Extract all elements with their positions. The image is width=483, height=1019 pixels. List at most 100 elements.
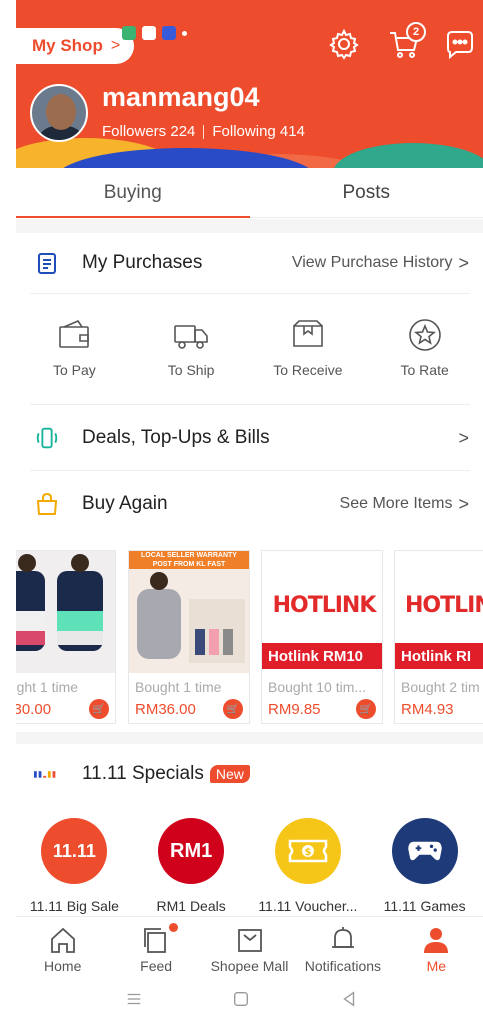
avatar[interactable] [30, 84, 88, 142]
my-purchases-row[interactable]: My Purchases View Purchase History > [16, 233, 483, 293]
nav-shopee-mall[interactable]: Shopee Mall [203, 917, 296, 982]
games-label: 11.11 Games [383, 898, 466, 914]
warranty-banner-subtitle: POST FROM KL FAST [152, 561, 226, 568]
nav-home[interactable]: Home [16, 917, 109, 982]
nav-me[interactable]: Me [390, 917, 483, 982]
hotlink-logo: HOTLINK [272, 593, 377, 618]
shopping-bag-icon [34, 491, 60, 517]
nav-notifications[interactable]: Notifications [296, 917, 389, 982]
divider [30, 404, 470, 405]
specials-row: 11.11 Specials New [16, 746, 483, 802]
recent-apps-icon[interactable] [125, 990, 143, 1013]
to-pay-label: To Pay [52, 362, 96, 378]
chat-icon[interactable] [444, 28, 476, 60]
nav-home-label: Home [44, 958, 82, 974]
followers-count[interactable]: Followers 224 [102, 123, 195, 140]
nav-shopee-mall-label: Shopee Mall [210, 958, 289, 974]
purchase-status-bar: To Pay To Ship To Receive To Rate [16, 310, 483, 402]
divider [203, 124, 205, 139]
avatar-face [46, 94, 76, 130]
product-card[interactable]: HOTLIN Hotlink RI Bought 2 tim RM4.93 [394, 550, 483, 724]
home-button-icon[interactable] [232, 990, 250, 1013]
rm1-deals-item[interactable]: RM1 RM1 Deals [133, 818, 250, 918]
settings-icon[interactable] [328, 28, 360, 60]
big-sale-item[interactable]: 11.11 11.11 Big Sale [16, 818, 133, 918]
app-notification-icon [162, 26, 176, 40]
mall-icon [237, 929, 262, 952]
new-badge: New [209, 765, 250, 783]
feed-icon [144, 928, 167, 953]
deals-topups-bills-row[interactable]: Deals, Top-Ups & Bills > [16, 408, 483, 468]
buy-again-products: ought 1 time M30.00 🛒 LOCAL SELLER WARRA… [16, 550, 483, 726]
my-shop-button[interactable]: My Shop > [16, 28, 134, 64]
hotlink-logo: HOTLIN [405, 593, 483, 618]
see-more-items-link[interactable]: See More Items > [340, 494, 469, 515]
add-to-cart-icon[interactable]: 🛒 [356, 699, 376, 719]
my-shop-label: My Shop [32, 36, 103, 55]
person-icon [424, 928, 449, 953]
home-icon [50, 927, 75, 953]
tab-posts[interactable]: Posts [250, 168, 483, 217]
voucher-label: 11.11 Voucher... [258, 898, 358, 914]
to-receive-button[interactable]: To Receive [250, 310, 367, 402]
nav-feed[interactable]: Feed [109, 917, 202, 982]
app-notification-icon [142, 26, 156, 40]
profile-tabs: Buying Posts [16, 168, 483, 218]
to-receive-label: To Receive [273, 362, 343, 378]
following-count[interactable]: Following 414 [212, 123, 305, 140]
nav-feed-label: Feed [140, 958, 173, 974]
cart-icon[interactable]: 2 [388, 22, 426, 60]
bell-icon [331, 927, 354, 948]
deals-title: Deals, Top-Ups & Bills [82, 427, 270, 448]
big-sale-icon: 11.11 [41, 818, 108, 884]
voucher-item[interactable]: $ 11.11 Voucher... [250, 818, 367, 918]
to-rate-label: To Rate [400, 362, 449, 378]
product-price: RM9.85 [268, 701, 321, 718]
product-bought-count: Bought 10 tim... [268, 679, 367, 695]
divider [30, 293, 470, 294]
section-gap [16, 732, 483, 744]
specials-logo-icon [34, 761, 60, 787]
wallet-icon [59, 320, 90, 348]
product-image: LOCAL SELLER WARRANTY POST FROM KL FAST [129, 551, 249, 673]
product-image: HOTLIN Hotlink RI [395, 551, 483, 673]
product-card[interactable]: LOCAL SELLER WARRANTY POST FROM KL FAST … [128, 550, 250, 724]
product-image [16, 551, 115, 673]
back-icon[interactable] [340, 990, 358, 1013]
product-image: HOTLINK Hotlink RM10 [262, 551, 382, 673]
add-to-cart-icon[interactable]: 🛒 [89, 699, 109, 719]
clipboard-icon [34, 250, 60, 276]
buy-again-row[interactable]: Buy Again See More Items > [16, 474, 483, 534]
cart-count-badge: 2 [406, 22, 426, 42]
product-price: M30.00 [16, 701, 52, 718]
buy-again-title: Buy Again [82, 493, 168, 514]
product-card[interactable]: ought 1 time M30.00 🛒 [16, 550, 116, 724]
product-price: RM36.00 [135, 701, 196, 718]
chevron-right-icon: > [458, 252, 469, 273]
to-rate-button[interactable]: To Rate [366, 310, 483, 402]
my-purchases-title: My Purchases [82, 252, 203, 273]
bottom-navigation: Home Feed Shopee Mall Notifications Me [16, 916, 483, 982]
product-photo [137, 572, 245, 663]
specials-title: 11.11 Specials [82, 763, 204, 784]
product-photo [16, 554, 103, 651]
box-icon [293, 320, 323, 347]
chevron-right-icon: > [458, 493, 469, 514]
tab-buying[interactable]: Buying [16, 168, 250, 218]
chevron-right-icon: > [458, 427, 469, 448]
section-gap [16, 219, 483, 233]
hotlink-banner: Hotlink RM10 [262, 643, 382, 669]
to-ship-button[interactable]: To Ship [133, 310, 250, 402]
product-bought-count: Bought 2 tim [401, 679, 480, 695]
product-card[interactable]: HOTLINK Hotlink RM10 Bought 10 tim... RM… [261, 550, 383, 724]
view-purchase-history-link[interactable]: View Purchase History > [292, 253, 469, 274]
app-notification-icon [122, 26, 136, 40]
nav-notifications-label: Notifications [304, 958, 382, 974]
games-item[interactable]: 11.11 Games [366, 818, 483, 918]
to-ship-label: To Ship [167, 362, 215, 378]
chevron-right-icon: > [110, 37, 121, 54]
add-to-cart-icon[interactable]: 🛒 [223, 699, 243, 719]
username: manmang04 [102, 82, 260, 112]
to-pay-button[interactable]: To Pay [16, 310, 133, 402]
product-bought-count: Bought 1 time [135, 679, 222, 695]
